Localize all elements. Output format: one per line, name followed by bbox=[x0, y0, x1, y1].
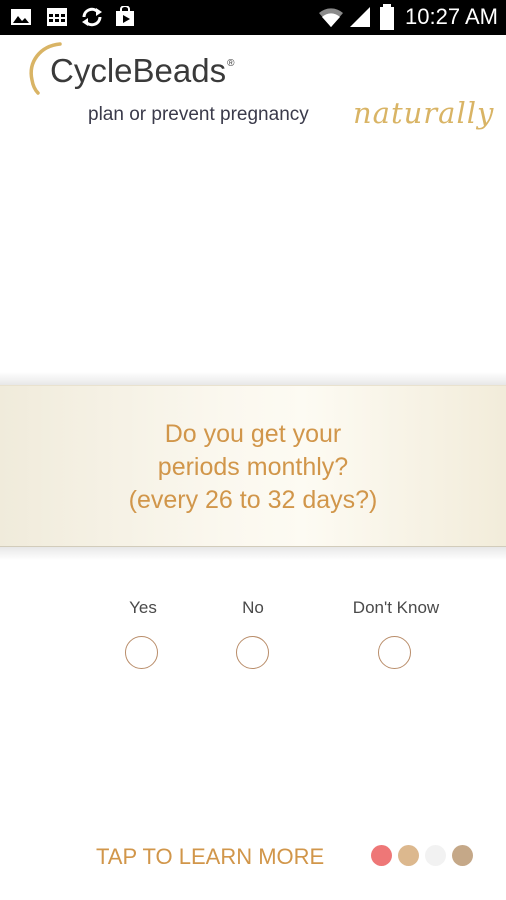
option-label-dont-know: Don't Know bbox=[352, 598, 440, 617]
status-time: 10:27 AM bbox=[405, 4, 498, 29]
learn-more-link[interactable]: TAP TO LEARN MORE bbox=[96, 844, 324, 870]
radio-dont-know[interactable] bbox=[378, 636, 411, 669]
option-label-no: No bbox=[242, 598, 264, 617]
band-shadow-top bbox=[0, 372, 506, 386]
tagline: plan or prevent pregnancy bbox=[88, 104, 309, 125]
signal-icon bbox=[350, 7, 370, 27]
bead-dot-tan bbox=[398, 845, 419, 866]
battery-icon bbox=[380, 4, 394, 30]
radio-yes[interactable] bbox=[125, 636, 158, 669]
tagline-script: naturally bbox=[353, 96, 495, 130]
bead-dot-brown bbox=[452, 845, 473, 866]
radio-no[interactable] bbox=[236, 636, 269, 669]
status-bar: 10:27 AM bbox=[0, 0, 506, 35]
gallery-icon bbox=[11, 9, 31, 25]
logo: CycleBeads® bbox=[50, 52, 234, 90]
question-text: Do you get your periods monthly? (every … bbox=[0, 418, 506, 517]
calendar-icon bbox=[47, 8, 67, 26]
play-store-icon bbox=[116, 6, 134, 26]
registered-mark: ® bbox=[227, 58, 235, 69]
wifi-icon bbox=[319, 8, 343, 27]
question-line-1: Do you get your bbox=[164, 420, 342, 448]
bead-dot-red bbox=[371, 845, 392, 866]
question-line-2: periods monthly? bbox=[157, 453, 349, 481]
band-shadow-bottom bbox=[0, 546, 506, 560]
bead-dot-white bbox=[425, 845, 446, 866]
question-line-3: (every 26 to 32 days?) bbox=[128, 486, 378, 514]
sync-icon bbox=[82, 7, 102, 27]
logo-text: CycleBeads bbox=[50, 52, 227, 89]
